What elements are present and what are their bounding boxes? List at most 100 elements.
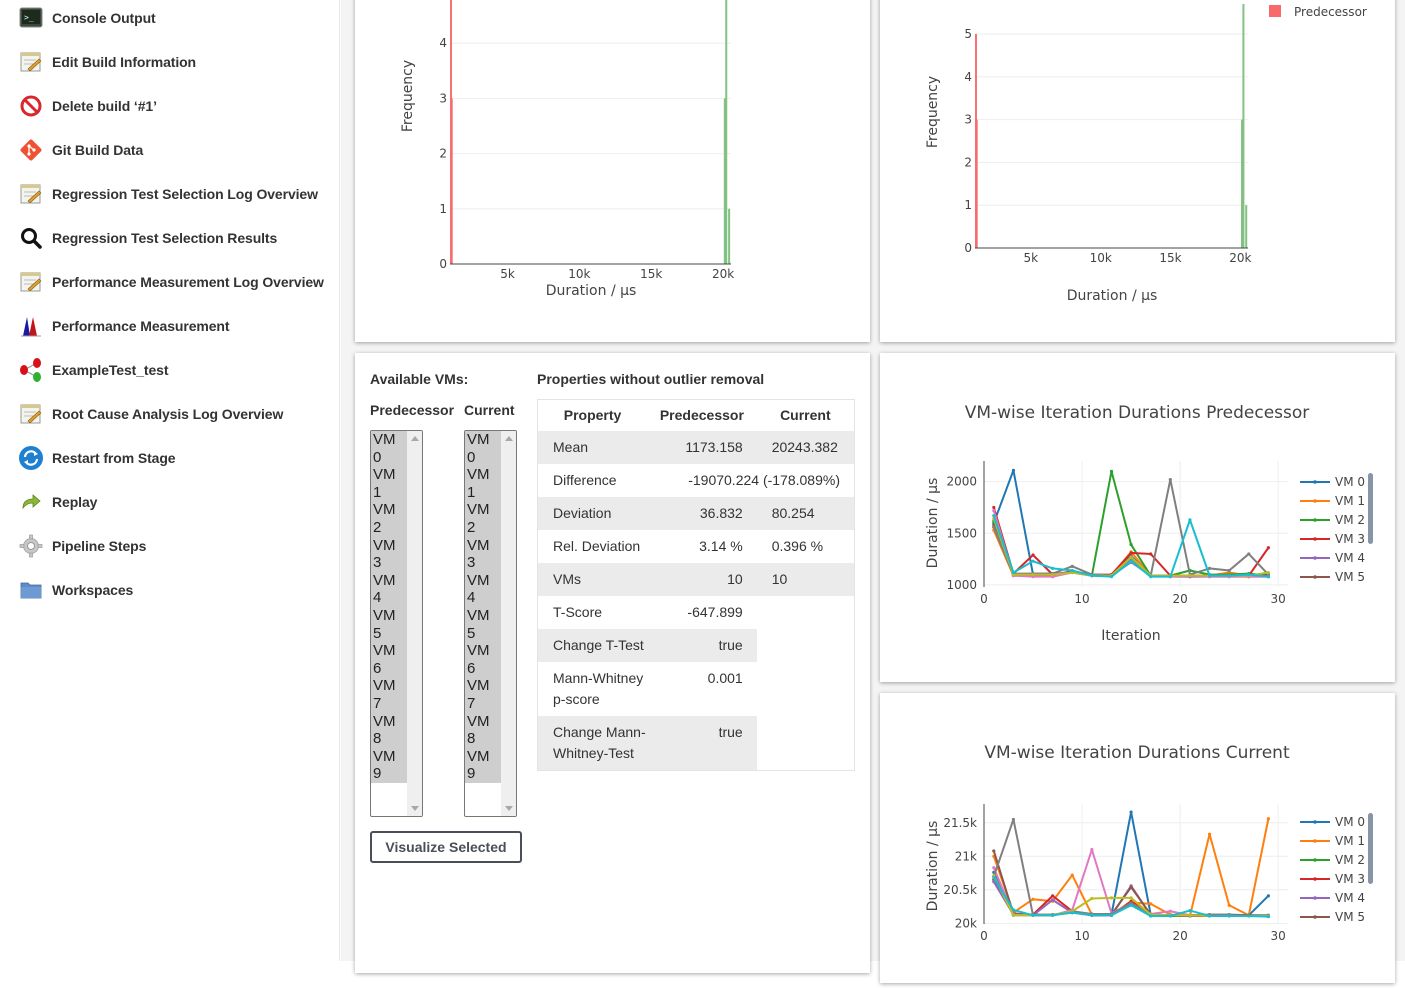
current-value: 20243.382 <box>756 430 855 464</box>
data-point <box>1188 518 1192 522</box>
sidebar-item-pm-log-overview[interactable]: Performance Measurement Log Overview <box>18 267 324 297</box>
legend-item-vm-4[interactable]: VM 4 <box>1300 891 1365 905</box>
sidebar-item-rts-log-overview[interactable]: Regression Test Selection Log Overview <box>18 179 318 209</box>
property-name: Difference <box>553 471 617 488</box>
sidebar-item-label: Console Output <box>52 10 156 26</box>
legend-item-vm-1[interactable]: VM 1 <box>1300 834 1365 848</box>
scroll-up-icon[interactable] <box>505 436 513 441</box>
data-point <box>1207 914 1212 918</box>
line-chart-panel-predecessor: VM-wise Iteration Durations Predecessor … <box>880 353 1395 682</box>
table-row-deviation: Deviation 36.832 80.254 <box>537 496 855 530</box>
vm-option[interactable]: VM 0 <box>465 431 501 467</box>
sidebar-item-rts-results[interactable]: Regression Test Selection Results <box>18 223 277 253</box>
vm-option[interactable]: VM 3 <box>371 536 407 572</box>
sidebar-item-workspaces[interactable]: Workspaces <box>18 575 133 605</box>
data-point <box>1011 913 1016 917</box>
legend-label: VM 1 <box>1335 494 1365 508</box>
vm-option[interactable]: VM 5 <box>371 606 407 643</box>
vm-option[interactable]: VM 4 <box>465 571 501 607</box>
git-icon <box>18 137 44 163</box>
data-point <box>1149 902 1153 906</box>
data-point <box>992 849 996 853</box>
y-axis-label: Frequency <box>925 76 941 148</box>
legend-swatch-predecessor[interactable] <box>1269 5 1281 17</box>
sidebar-item-exampletest[interactable]: ExampleTest_test <box>18 355 169 385</box>
sidebar-item-edit-build-information[interactable]: Edit Build Information <box>18 47 196 77</box>
vm-option[interactable]: VM 0 <box>371 431 407 467</box>
legend-item-vm-2[interactable]: VM 2 <box>1300 853 1365 867</box>
vm-option[interactable]: VM 1 <box>371 466 407 502</box>
vm-option[interactable]: VM 2 <box>465 501 501 537</box>
vm-option[interactable]: VM 1 <box>465 466 501 502</box>
vm-option[interactable]: VM 6 <box>465 642 501 678</box>
vm-option[interactable]: VM 7 <box>371 677 407 713</box>
scroll-down-icon[interactable] <box>411 806 419 811</box>
table-row-vms: VMs 10 10 <box>537 562 855 596</box>
sidebar-item-console-output[interactable]: >_ Console Output <box>18 3 156 33</box>
legend-item-vm-0[interactable]: VM 0 <box>1300 475 1365 489</box>
sidebar-item-git-build-data[interactable]: Git Build Data <box>18 135 143 165</box>
vm-option[interactable]: VM 2 <box>371 501 407 537</box>
legend-item-vm-5[interactable]: VM 5 <box>1300 910 1365 924</box>
column-header-current: Current <box>780 407 831 424</box>
data-point <box>1129 885 1133 889</box>
property-name: Change Mann-Whitney-Test <box>537 715 648 770</box>
legend-scrollbar[interactable] <box>1368 473 1373 544</box>
data-point <box>1227 914 1231 918</box>
legend-item-vm-3[interactable]: VM 3 <box>1300 872 1365 886</box>
properties-table: Property Predecessor Current Mean 1173.1… <box>537 399 855 771</box>
predecessor-value: -647.899 <box>687 603 743 620</box>
vm-option[interactable]: VM 5 <box>465 606 501 643</box>
data-point <box>1207 574 1212 578</box>
visualize-selected-button[interactable]: Visualize Selected <box>370 831 522 863</box>
legend-item-vm-5[interactable]: VM 5 <box>1300 570 1365 584</box>
vm-option[interactable]: VM 4 <box>371 571 407 607</box>
sidebar-item-replay[interactable]: Replay <box>18 487 97 517</box>
column-header-predecessor: Predecessor <box>659 407 744 424</box>
property-name: Change T-Test <box>537 628 648 662</box>
legend-item-vm-2[interactable]: VM 2 <box>1300 513 1365 527</box>
scrollbar[interactable] <box>407 431 422 816</box>
scrollbar[interactable] <box>501 431 516 816</box>
legend-scrollbar[interactable] <box>1368 813 1373 884</box>
current-vm-select[interactable]: VM 0 VM 1 VM 2 VM 3 VM 4 VM 5 VM 6 VM 7 VM 8 VM 9 <box>464 430 517 817</box>
legend-item-vm-0[interactable]: VM 0 <box>1300 815 1365 829</box>
current-value <box>757 629 855 662</box>
predecessor-value: 36.832 <box>647 496 757 530</box>
legend-item-vm-4[interactable]: VM 4 <box>1300 551 1365 565</box>
legend-label-predecessor[interactable]: Predecessor <box>1294 5 1367 19</box>
legend-item-vm-3[interactable]: VM 3 <box>1300 532 1365 546</box>
scroll-down-icon[interactable] <box>505 806 513 811</box>
sidebar-item-restart-from-stage[interactable]: Restart from Stage <box>18 443 176 473</box>
vm-option[interactable]: VM 3 <box>465 536 501 572</box>
sidebar-item-label: Root Cause Analysis Log Overview <box>52 406 284 422</box>
sidebar-item-performance-measurement[interactable]: Performance Measurement <box>18 311 230 341</box>
predecessor-value: 3.14 % <box>699 537 743 554</box>
legend-marker <box>1313 480 1317 484</box>
scroll-up-icon[interactable] <box>411 436 419 441</box>
predecessor-vm-select[interactable]: VM 0 VM 1 VM 2 VM 3 VM 4 VM 5 VM 6 VM 7 VM 8 VM 9 <box>370 430 423 817</box>
column-header-property: Property <box>563 407 622 424</box>
sidebar-item-pipeline-steps[interactable]: Pipeline Steps <box>18 531 146 561</box>
data-point <box>992 525 996 529</box>
legend-item-vm-1[interactable]: VM 1 <box>1300 494 1365 508</box>
y-tick-label: 0 <box>439 257 447 271</box>
sidebar-item-rca-log-overview[interactable]: Root Cause Analysis Log Overview <box>18 399 283 429</box>
sidebar-item-delete-build[interactable]: Delete build ‘#1’ <box>18 91 157 121</box>
histogram-chart-2: 0 1 2 3 4 5 5k 10k 15k 20k Duration / μs Frequen… <box>925 4 1367 304</box>
vm-option[interactable]: VM 9 <box>465 747 501 783</box>
data-point <box>992 514 996 518</box>
sidebar-item-label: Performance Measurement <box>52 318 230 334</box>
replay-arrow-icon <box>18 489 44 515</box>
data-point <box>992 866 996 870</box>
property-name: Rel. Deviation <box>553 537 641 554</box>
vm-option[interactable]: VM 7 <box>465 677 501 713</box>
y-tick-label: 4 <box>964 70 972 84</box>
vm-option[interactable]: VM 8 <box>371 712 407 748</box>
data-point <box>1227 574 1231 578</box>
legend-label: VM 4 <box>1335 891 1365 905</box>
vm-option[interactable]: VM 6 <box>371 642 407 678</box>
data-point <box>1129 559 1133 563</box>
vm-option[interactable]: VM 8 <box>465 712 501 748</box>
vm-option[interactable]: VM 9 <box>371 747 407 783</box>
